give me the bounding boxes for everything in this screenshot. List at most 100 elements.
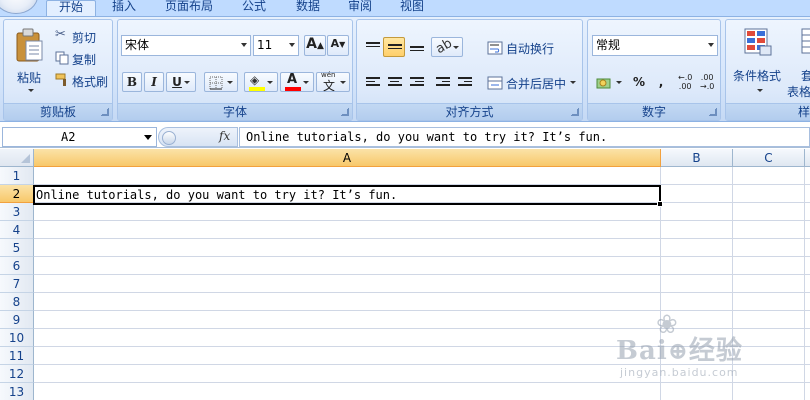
active-cell-border bbox=[33, 185, 661, 205]
row-header[interactable]: 9 bbox=[0, 311, 34, 329]
italic-button[interactable]: I bbox=[144, 72, 164, 92]
underline-button[interactable]: U bbox=[166, 72, 196, 92]
grow-font-button[interactable]: A▲ bbox=[304, 35, 326, 56]
insert-function-button[interactable]: fx bbox=[219, 129, 230, 143]
font-size-value: 11 bbox=[257, 38, 273, 52]
row-header[interactable]: 11 bbox=[0, 347, 34, 365]
top-align-button[interactable] bbox=[361, 37, 383, 57]
font-size-select[interactable]: 11 bbox=[253, 35, 299, 56]
tab-insert[interactable]: 插入 bbox=[104, 0, 144, 16]
chevron-down-icon bbox=[267, 81, 273, 84]
tab-formulas[interactable]: 公式 bbox=[234, 0, 274, 16]
bold-button[interactable]: B bbox=[122, 72, 142, 92]
chevron-down-icon[interactable] bbox=[144, 135, 152, 140]
number-group: 常规 % , ←.0 .00 .00 →.0 数字 bbox=[587, 19, 721, 121]
phonetic-guide-button[interactable]: wén 文 bbox=[316, 71, 350, 93]
row-header[interactable]: 2 bbox=[0, 185, 34, 203]
increase-decimal-button[interactable]: ←.0 .00 bbox=[676, 72, 698, 92]
merge-cells-icon bbox=[487, 76, 503, 90]
format-painter-button[interactable]: 格式刷 bbox=[52, 70, 112, 89]
increase-indent-button[interactable] bbox=[453, 72, 475, 92]
orientation-button[interactable]: ab bbox=[431, 36, 463, 57]
number-dialog-launcher[interactable] bbox=[709, 108, 717, 116]
row-header[interactable]: 8 bbox=[0, 293, 34, 311]
borders-button[interactable] bbox=[204, 72, 238, 92]
row-header[interactable]: 10 bbox=[0, 329, 34, 347]
cut-button[interactable]: ✂ 剪切 bbox=[52, 26, 108, 45]
row-header[interactable]: 13 bbox=[0, 383, 34, 400]
watermark: ❀ Bai⊕经验 jingyan.baidu.com bbox=[616, 312, 806, 384]
paintbrush-icon bbox=[55, 73, 66, 86]
align-bottom-icon bbox=[410, 46, 424, 57]
decrease-indent-icon bbox=[436, 77, 450, 88]
font-name-select[interactable]: 宋体 bbox=[121, 35, 251, 56]
clipboard-group-label: 剪贴板 bbox=[4, 103, 112, 120]
fill-color-button[interactable]: ◈ bbox=[244, 72, 278, 92]
copy-icon bbox=[55, 51, 69, 65]
copy-button[interactable]: 复制 bbox=[52, 48, 108, 67]
row-header[interactable]: 3 bbox=[0, 203, 34, 221]
conditional-formatting-icon bbox=[744, 28, 772, 56]
comma-style-button[interactable]: , bbox=[650, 72, 672, 92]
clipboard-dialog-launcher[interactable] bbox=[101, 108, 109, 116]
decrease-decimal-icon: .00 →.0 bbox=[700, 73, 715, 91]
align-right-button[interactable] bbox=[405, 72, 427, 92]
grow-font-icon: A bbox=[306, 36, 317, 52]
decrease-indent-button[interactable] bbox=[431, 72, 453, 92]
conditional-formatting-button[interactable]: 条件格式 bbox=[728, 22, 788, 100]
decrease-decimal-button[interactable]: .00 →.0 bbox=[698, 72, 720, 92]
number-format-select[interactable]: 常规 bbox=[592, 35, 718, 56]
row-gridline bbox=[34, 292, 810, 293]
formula-bar-resize-handle[interactable] bbox=[162, 131, 176, 145]
row-gridline bbox=[34, 274, 810, 275]
row-gridline bbox=[34, 310, 810, 311]
select-all-button[interactable] bbox=[0, 149, 34, 167]
wrap-text-button[interactable]: 自动换行 bbox=[483, 37, 581, 57]
row-header[interactable]: 12 bbox=[0, 365, 34, 383]
bottom-align-button[interactable] bbox=[405, 37, 427, 57]
align-center-icon bbox=[388, 77, 402, 88]
column-header-a[interactable]: A bbox=[34, 149, 661, 167]
shrink-font-button[interactable]: A▼ bbox=[327, 35, 349, 56]
scissors-icon: ✂ bbox=[55, 27, 66, 42]
tab-review[interactable]: 审阅 bbox=[340, 0, 380, 16]
percent-style-button[interactable]: % bbox=[628, 72, 650, 92]
paste-button[interactable]: 粘贴 bbox=[6, 22, 50, 100]
row-header[interactable]: 4 bbox=[0, 221, 34, 239]
name-box[interactable]: A2 bbox=[2, 127, 157, 147]
row-header[interactable]: 1 bbox=[0, 167, 34, 185]
ribbon: 粘贴 ✂ 剪切 复制 格式刷 剪贴板 宋体 11 A▲ A▼ B I U ◈ A… bbox=[0, 16, 810, 122]
align-left-button[interactable] bbox=[361, 72, 383, 92]
fill-color-swatch bbox=[249, 87, 265, 91]
number-group-label: 数字 bbox=[588, 103, 720, 120]
tab-home[interactable]: 开始 bbox=[46, 0, 96, 17]
fill-handle[interactable] bbox=[657, 201, 663, 207]
align-center-button[interactable] bbox=[383, 72, 405, 92]
row-header[interactable]: 7 bbox=[0, 275, 34, 293]
column-header-c[interactable]: C bbox=[733, 149, 805, 167]
font-color-icon: A bbox=[287, 72, 298, 87]
accounting-format-button[interactable] bbox=[592, 72, 626, 92]
phonetic-icon: 文 bbox=[323, 79, 336, 93]
row-header[interactable]: 6 bbox=[0, 257, 34, 275]
increase-decimal-icon: ←.0 .00 bbox=[678, 73, 693, 91]
row-header[interactable]: 5 bbox=[0, 239, 34, 257]
font-color-button[interactable]: A bbox=[280, 72, 314, 92]
column-header-d-partial[interactable] bbox=[805, 149, 810, 167]
tab-view[interactable]: 视图 bbox=[392, 0, 432, 16]
currency-icon bbox=[596, 78, 611, 89]
font-color-swatch bbox=[285, 87, 301, 91]
tab-page-layout[interactable]: 页面布局 bbox=[158, 0, 220, 16]
formula-input[interactable]: Online tutorials, do you want to try it?… bbox=[239, 127, 810, 147]
font-dialog-launcher[interactable] bbox=[341, 108, 349, 116]
merge-center-button[interactable]: 合并后居中 bbox=[483, 72, 581, 92]
column-header-b[interactable]: B bbox=[661, 149, 733, 167]
alignment-group: ab 自动换行 合并后居中 对齐方式 bbox=[356, 19, 583, 121]
name-box-value: A2 bbox=[61, 130, 76, 144]
middle-align-button[interactable] bbox=[383, 37, 405, 57]
format-as-table-button[interactable]: 套 表格 bbox=[787, 22, 810, 100]
font-group: 宋体 11 A▲ A▼ B I U ◈ A wén 文 字体 bbox=[117, 19, 353, 121]
office-button[interactable] bbox=[0, 0, 38, 14]
alignment-dialog-launcher[interactable] bbox=[571, 108, 579, 116]
tab-data[interactable]: 数据 bbox=[288, 0, 328, 16]
